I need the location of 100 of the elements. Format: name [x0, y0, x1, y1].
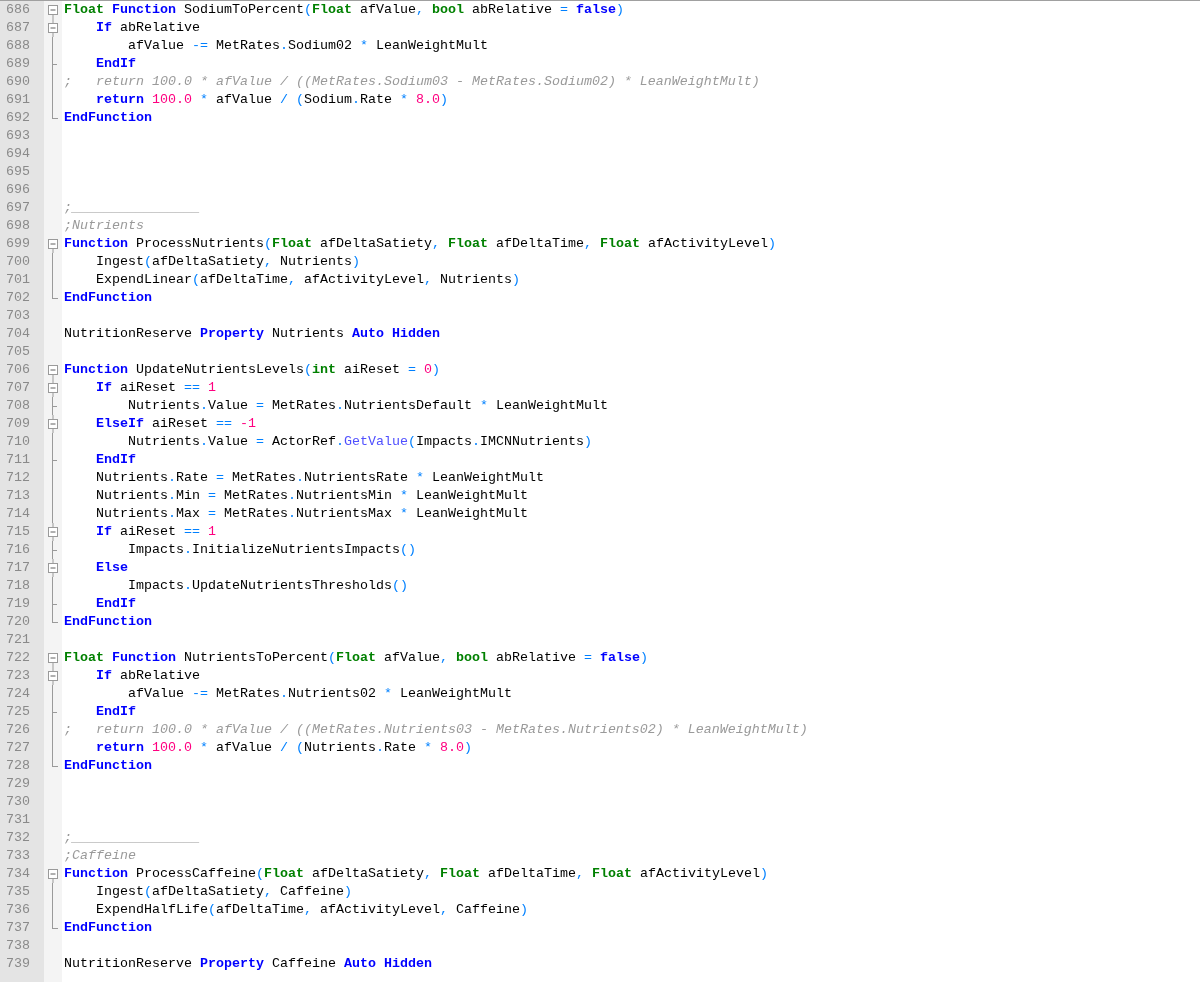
code-line: ElseIf aiReset == -1 [95, 416, 256, 431]
code-line: return 100.0 * afValue / (Sodium.Rate * 8.0) [95, 92, 448, 107]
code-line: EndIf [95, 56, 136, 71]
line-number: 730 [6, 794, 30, 809]
code-line: EndIf [95, 596, 136, 611]
code-line: ; return 100.0 * afValue / ((MetRates.Sodium03 - MetRates.Sodium02) * LeanWeightMult) [64, 74, 760, 89]
fold-minus-icon[interactable] [48, 365, 58, 379]
code-line: ;________________ [64, 200, 200, 215]
fold-minus-icon[interactable] [48, 523, 58, 541]
fold-branch-icon [52, 703, 57, 721]
code-line: If aiReset == 1 [95, 380, 216, 395]
line-number: 693 [6, 128, 30, 143]
code-line: NutritionReserve Property Caffeine Auto Hidden [64, 956, 432, 971]
line-number: 688 [6, 38, 30, 53]
line-number: 696 [6, 182, 30, 197]
line-number: 722 [6, 650, 30, 665]
line-number: 713 [6, 488, 30, 503]
line-number: 712 [6, 470, 30, 485]
fold-end-icon [52, 613, 58, 623]
line-number: 698 [6, 218, 30, 233]
code-line: Function ProcessNutrients(Float afDeltaSatiety, Float afDeltaTime, Float afActivityLevel) [64, 236, 776, 251]
line-number: 702 [6, 290, 30, 305]
code-line: If abRelative [95, 20, 200, 35]
line-number: 716 [6, 542, 30, 557]
line-number: 711 [6, 452, 30, 467]
line-number: 715 [6, 524, 30, 539]
code-line: Nutrients.Rate = MetRates.NutrientsRate * LeanWeightMult [95, 470, 544, 485]
fold-branch-icon [52, 397, 57, 415]
line-number: 723 [6, 668, 30, 683]
code-line: ;Nutrients [64, 218, 144, 233]
line-number: 737 [6, 920, 30, 935]
line-number: 694 [6, 146, 30, 161]
line-number: 709 [6, 416, 30, 431]
code-line: Function ProcessCaffeine(Float afDeltaSatiety, Float afDeltaTime, Float afActivityLevel) [64, 866, 768, 881]
line-number: 703 [6, 308, 30, 323]
line-number: 739 [6, 956, 30, 971]
code-line: Ingest(afDeltaSatiety, Nutrients) [95, 254, 360, 269]
line-number: 686 [6, 2, 30, 17]
code-line: EndFunction [64, 920, 152, 935]
line-number: 732 [6, 830, 30, 845]
line-number: 736 [6, 902, 30, 917]
line-number: 708 [6, 398, 30, 413]
fold-minus-icon[interactable] [48, 653, 58, 667]
code-line: EndFunction [64, 614, 152, 629]
code-line: return 100.0 * afValue / (Nutrients.Rate * 8.0) [95, 740, 472, 755]
fold-minus-icon[interactable] [48, 667, 58, 685]
fold-minus-icon[interactable] [48, 5, 58, 19]
code-line: Nutrients.Value = MetRates.NutrientsDefault * LeanWeightMult [127, 398, 608, 413]
line-number: 691 [6, 92, 30, 107]
line-number: 725 [6, 704, 30, 719]
line-number: 695 [6, 164, 30, 179]
code-line: EndIf [95, 704, 136, 719]
fold-minus-icon[interactable] [48, 559, 58, 577]
code-line: NutritionReserve Property Nutrients Auto Hidden [64, 326, 440, 341]
code-line: afValue -= MetRates.Sodium02 * LeanWeightMult [127, 38, 488, 53]
line-number: 706 [6, 362, 30, 377]
line-number: 704 [6, 326, 30, 341]
line-number: 710 [6, 434, 30, 449]
code-line: ExpendHalfLife(afDeltaTime, afActivityLevel, Caffeine) [95, 902, 528, 917]
code-line: Impacts.UpdateNutrientsThresholds() [127, 578, 408, 593]
line-number: 718 [6, 578, 30, 593]
code-line: Function UpdateNutrientsLevels(int aiReset = 0) [64, 362, 440, 377]
line-number: 699 [6, 236, 30, 251]
line-number: 721 [6, 632, 30, 647]
fold-branch-icon [52, 55, 57, 73]
line-number: 707 [6, 380, 30, 395]
fold-line-icon [52, 577, 53, 595]
code-line: EndFunction [64, 290, 152, 305]
code-line: If aiReset == 1 [95, 524, 216, 539]
line-number: 728 [6, 758, 30, 773]
fold-minus-icon[interactable] [48, 415, 58, 433]
line-number: 705 [6, 344, 30, 359]
line-number: 726 [6, 722, 30, 737]
fold-minus-icon[interactable] [48, 239, 58, 253]
fold-minus-icon[interactable] [48, 379, 58, 397]
line-number: 738 [6, 938, 30, 953]
fold-line-icon [52, 37, 53, 55]
line-number: 729 [6, 776, 30, 791]
line-number: 687 [6, 20, 30, 35]
fold-line-icon [52, 433, 53, 451]
line-number: 717 [6, 560, 30, 575]
code-line: Float Function NutrientsToPercent(Float afValue, bool abRelative = false) [64, 650, 648, 665]
line-number: 727 [6, 740, 30, 755]
code-line: EndIf [95, 452, 136, 467]
line-number: 719 [6, 596, 30, 611]
fold-line-icon [52, 685, 53, 703]
line-number: 700 [6, 254, 30, 269]
line-number: 731 [6, 812, 30, 827]
fold-minus-icon[interactable] [48, 19, 58, 37]
line-number: 690 [6, 74, 30, 89]
fold-branch-icon [52, 541, 57, 559]
line-number: 692 [6, 110, 30, 125]
fold-end-icon [52, 919, 58, 929]
line-number: 714 [6, 506, 30, 521]
code-line: EndFunction [64, 110, 152, 125]
line-number: 701 [6, 272, 30, 287]
code-line: Nutrients.Max = MetRates.NutrientsMax * LeanWeightMult [95, 506, 528, 521]
line-number: 733 [6, 848, 30, 863]
fold-minus-icon[interactable] [48, 869, 58, 883]
code-line: ;________________ [64, 830, 200, 845]
